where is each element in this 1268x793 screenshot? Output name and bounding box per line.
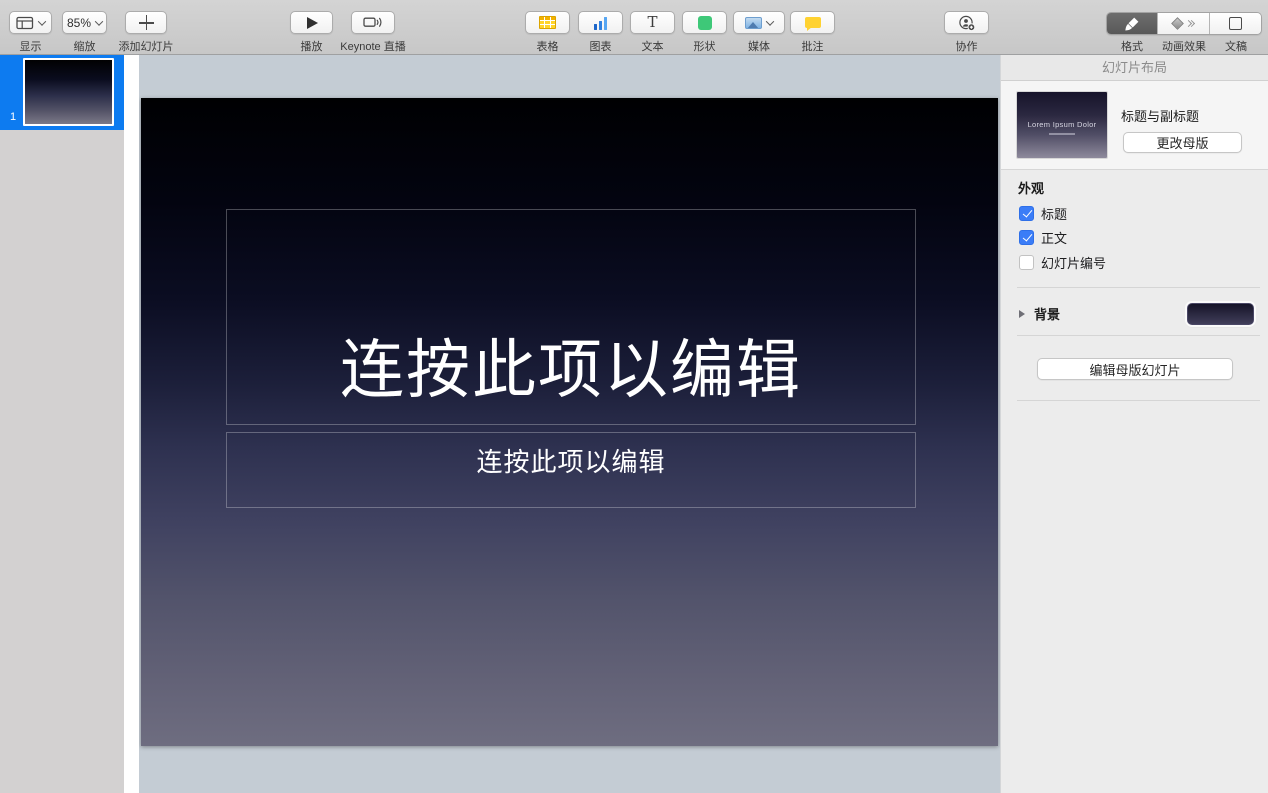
keynote-live-icon	[363, 16, 383, 30]
keynote-live-label: Keynote 直播	[340, 38, 405, 54]
layout-thumbnail-subtitle-line	[1049, 133, 1075, 135]
appearance-section-title: 外观	[1018, 178, 1044, 197]
plus-icon	[139, 15, 154, 30]
format-tab-label: 格式	[1106, 38, 1158, 54]
chevron-down-icon	[766, 17, 774, 25]
zoom-label: 缩放	[74, 38, 96, 54]
background-row[interactable]: 背景	[1019, 303, 1060, 324]
edit-master-slide-button[interactable]: 编辑母版幻灯片	[1037, 358, 1233, 380]
comment-icon	[805, 17, 821, 28]
keynote-window: 显示 85% 缩放 添加幻灯片 播放	[0, 0, 1268, 793]
collaborate-icon	[958, 15, 976, 31]
view-layout-icon	[16, 16, 34, 30]
slide[interactable]: 连按此项以编辑 连按此项以编辑	[141, 98, 998, 746]
table-button[interactable]: 表格	[525, 11, 570, 54]
media-icon	[745, 17, 762, 29]
disclosure-triangle-icon[interactable]	[1019, 310, 1025, 318]
slide-number: 1	[10, 111, 16, 123]
divider	[1017, 335, 1260, 336]
table-icon	[539, 16, 556, 29]
play-label: 播放	[301, 38, 323, 54]
chart-button[interactable]: 图表	[578, 11, 623, 54]
collaborate-label: 协作	[956, 38, 978, 54]
zoom-value: 85%	[67, 16, 91, 30]
shape-icon	[698, 16, 712, 30]
slide-navigator: 1	[0, 55, 124, 793]
shape-label: 形状	[694, 38, 716, 54]
text-icon: T	[647, 15, 657, 30]
text-label: 文本	[642, 38, 664, 54]
view-button[interactable]: 显示	[9, 11, 52, 54]
subtitle-placeholder[interactable]: 连按此项以编辑	[226, 432, 916, 508]
slide-number-checkbox-label: 幻灯片编号	[1041, 253, 1106, 272]
background-color-well[interactable]	[1187, 303, 1254, 325]
divider	[1017, 287, 1260, 288]
play-button[interactable]: 播放	[290, 11, 333, 54]
table-label: 表格	[537, 38, 559, 54]
view-label: 显示	[20, 38, 42, 54]
media-button[interactable]: 媒体	[733, 11, 785, 54]
body-checkbox-label: 正文	[1041, 228, 1067, 247]
layout-thumbnail-title: Lorem Ipsum Dolor	[1017, 120, 1107, 129]
title-placeholder-text: 连按此项以编辑	[340, 319, 802, 411]
slide-1-thumbnail[interactable]	[23, 58, 114, 126]
layout-name: 标题与副标题	[1121, 106, 1199, 125]
add-slide-button[interactable]: 添加幻灯片	[125, 11, 167, 54]
title-checkbox-row[interactable]: 标题	[1019, 205, 1067, 221]
slide-navigator-selection[interactable]: 1	[0, 55, 124, 130]
zoom-button[interactable]: 85% 缩放	[62, 11, 107, 54]
format-inspector-panel: 幻灯片布局 Lorem Ipsum Dolor 标题与副标题 更改母版 外观 标…	[1000, 55, 1268, 793]
title-placeholder[interactable]: 连按此项以编辑	[226, 209, 916, 425]
animate-tab[interactable]	[1158, 13, 1209, 34]
format-brush-icon	[1124, 16, 1140, 32]
toolbar: 显示 85% 缩放 添加幻灯片 播放	[0, 0, 1268, 55]
document-tab-label: 文稿	[1210, 38, 1262, 54]
format-tab[interactable]	[1107, 13, 1158, 34]
slide-number-checkbox[interactable]	[1019, 255, 1034, 270]
inspector-segmented-control	[1106, 12, 1262, 35]
chart-icon	[594, 16, 608, 30]
shape-button[interactable]: 形状	[682, 11, 727, 54]
divider	[1017, 400, 1260, 401]
panel-header: 幻灯片布局	[1001, 55, 1268, 81]
background-label: 背景	[1034, 304, 1060, 323]
document-icon	[1229, 17, 1242, 30]
play-icon	[307, 17, 318, 29]
comment-button[interactable]: 批注	[790, 11, 835, 54]
slide-number-checkbox-row[interactable]: 幻灯片编号	[1019, 254, 1106, 270]
keynote-live-button[interactable]: Keynote 直播	[351, 11, 395, 54]
chevron-down-icon	[38, 17, 46, 25]
body-checkbox-row[interactable]: 正文	[1019, 229, 1067, 245]
text-button[interactable]: T 文本	[630, 11, 675, 54]
slide-canvas[interactable]: 连按此项以编辑 连按此项以编辑	[139, 55, 1000, 793]
document-tab[interactable]	[1210, 13, 1261, 34]
layout-thumbnail[interactable]: Lorem Ipsum Dolor	[1017, 92, 1107, 158]
comment-label: 批注	[802, 38, 824, 54]
title-checkbox-label: 标题	[1041, 204, 1067, 223]
animate-diamond-icon	[1171, 17, 1184, 30]
title-checkbox[interactable]	[1019, 206, 1034, 221]
chart-label: 图表	[590, 38, 612, 54]
animate-tab-label: 动画效果	[1158, 38, 1210, 54]
inspector-tab-labels: 格式 动画效果 文稿	[1106, 38, 1262, 54]
body-checkbox[interactable]	[1019, 230, 1034, 245]
media-label: 媒体	[748, 38, 770, 54]
subtitle-placeholder-text: 连按此项以编辑	[476, 442, 665, 479]
collaborate-button[interactable]: 协作	[944, 11, 989, 54]
add-slide-label: 添加幻灯片	[119, 38, 174, 54]
chevron-down-icon	[95, 17, 103, 25]
slide-layout-section: Lorem Ipsum Dolor 标题与副标题 更改母版	[1001, 81, 1268, 170]
change-master-button[interactable]: 更改母版	[1123, 132, 1242, 153]
navigator-canvas-divider	[124, 55, 139, 793]
